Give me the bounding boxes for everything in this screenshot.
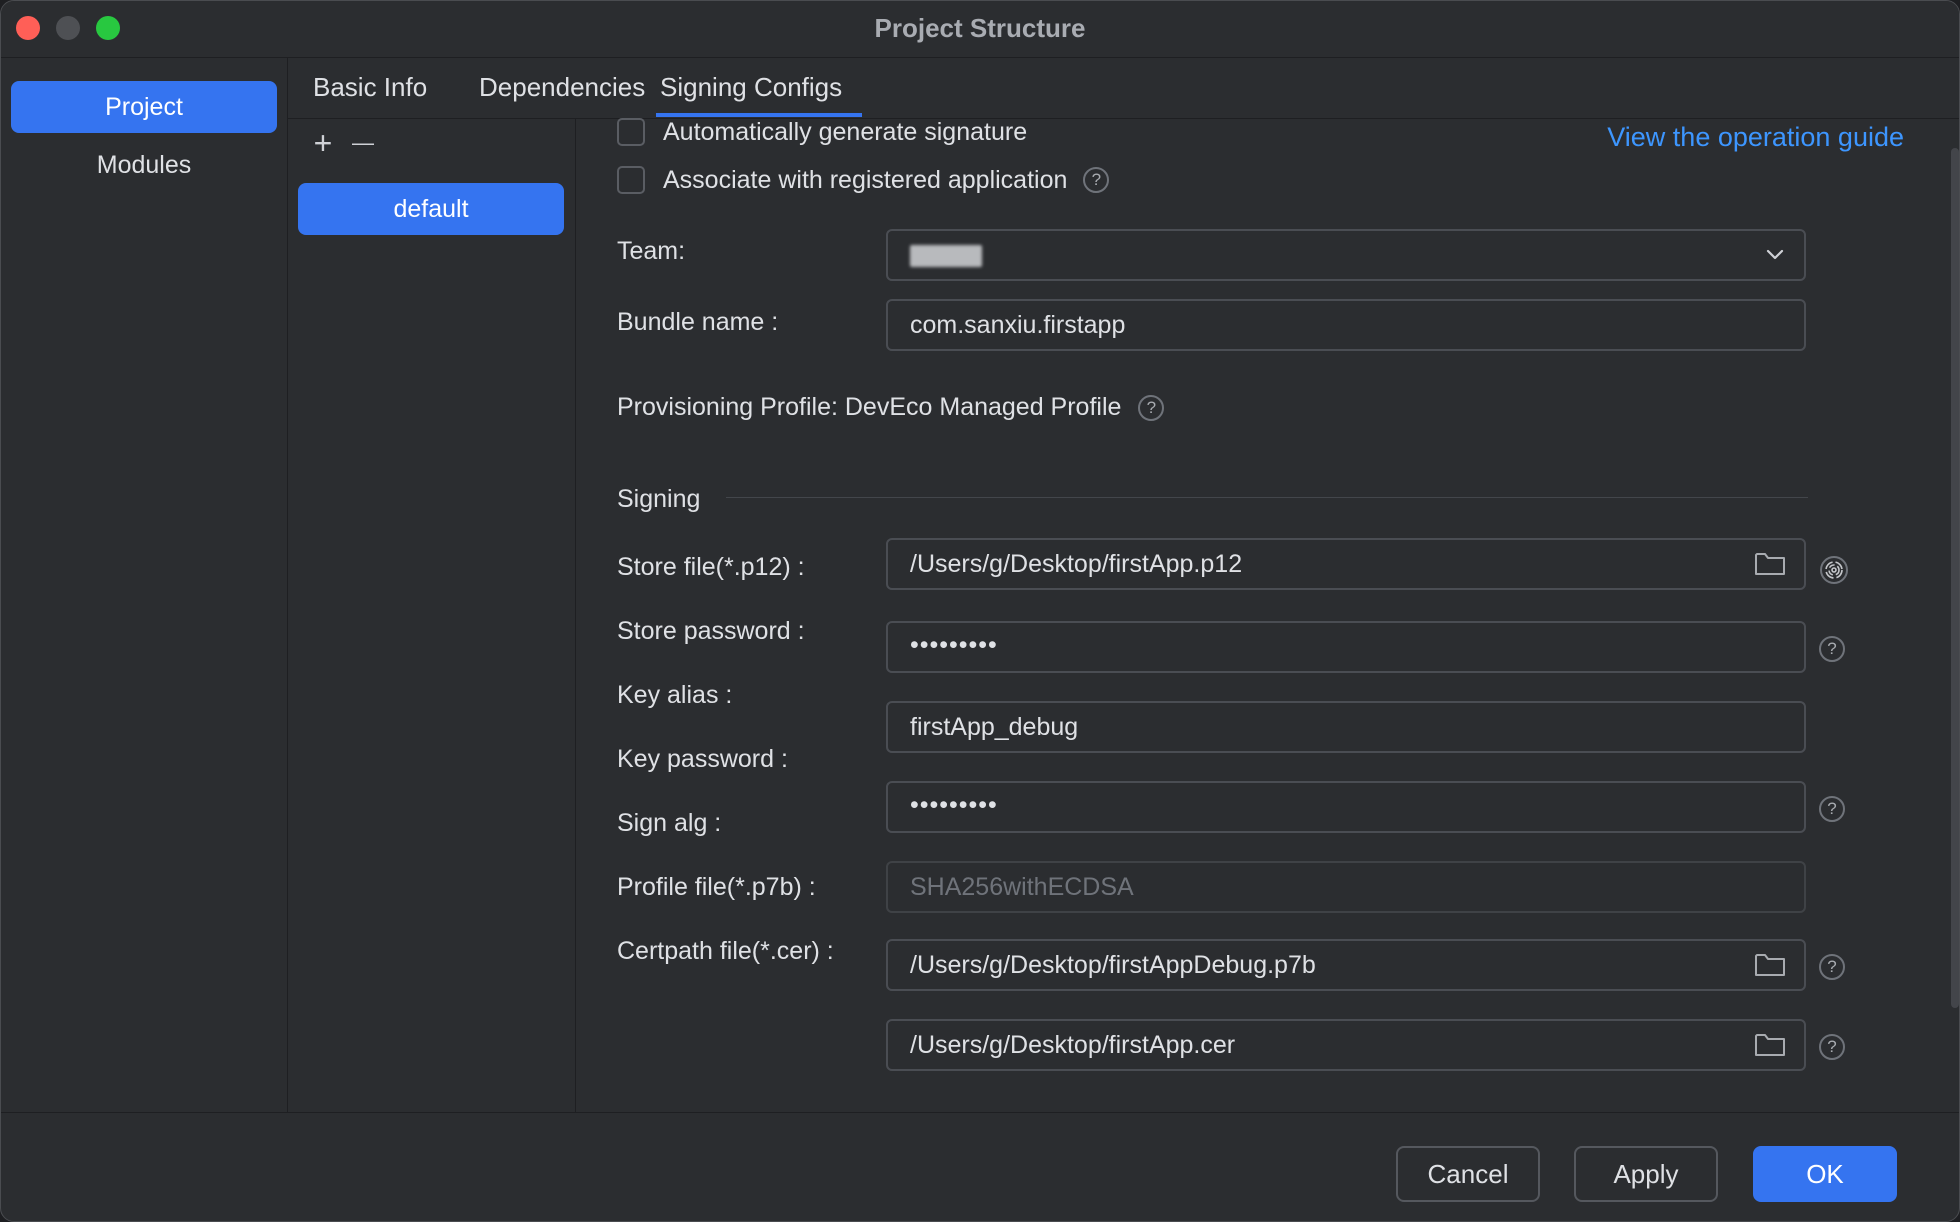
profile-file-label: Profile file(*.p7b) : xyxy=(617,873,816,901)
auto-sign-row: Automatically generate signature xyxy=(617,116,1027,148)
ok-button[interactable]: OK xyxy=(1753,1146,1897,1202)
store-password-label: Store password : xyxy=(617,617,805,645)
remove-config-button[interactable]: — xyxy=(348,129,378,159)
dialog-footer: Cancel Apply OK xyxy=(1,1112,1959,1221)
certpath-file-value: /Users/g/Desktop/firstApp.cer xyxy=(910,1031,1236,1059)
auto-sign-label: Automatically generate signature xyxy=(663,117,1028,146)
folder-icon[interactable] xyxy=(1754,951,1786,979)
key-password-field[interactable]: ••••••••• xyxy=(886,781,1806,833)
bundle-name-label: Bundle name : xyxy=(617,308,779,336)
apply-button[interactable]: Apply xyxy=(1574,1146,1718,1202)
signing-config-form: Automatically generate signature View th… xyxy=(576,116,1946,1112)
folder-icon[interactable] xyxy=(1754,550,1786,578)
store-password-field[interactable]: ••••••••• xyxy=(886,621,1806,673)
folder-icon[interactable] xyxy=(1754,1031,1786,1059)
nav-item-modules[interactable]: Modules xyxy=(11,139,277,191)
key-alias-label: Key alias : xyxy=(617,681,733,709)
team-name-redacted xyxy=(910,245,982,268)
help-icon[interactable]: ? xyxy=(1819,636,1845,662)
key-password-label: Key password : xyxy=(617,745,788,773)
associate-label: Associate with registered application xyxy=(663,165,1068,194)
help-icon[interactable]: ? xyxy=(1819,954,1845,980)
chevron-down-icon xyxy=(1766,249,1784,260)
tab-signing-configs[interactable]: Signing Configs xyxy=(656,72,863,117)
sign-alg-field: SHA256withECDSA xyxy=(886,861,1806,913)
window-title: Project Structure xyxy=(874,13,1086,43)
help-icon[interactable]: ? xyxy=(1138,395,1165,422)
section-divider xyxy=(726,497,1808,498)
sign-alg-label: Sign alg : xyxy=(617,809,722,837)
team-label: Team: xyxy=(617,237,686,265)
tab-dependencies[interactable]: Dependencies xyxy=(479,72,645,113)
store-file-label: Store file(*.p12) : xyxy=(617,553,805,581)
bundle-name-field[interactable]: com.sanxiu.firstapp xyxy=(886,299,1806,351)
add-config-button[interactable]: + xyxy=(308,127,338,159)
project-nav: Project Modules xyxy=(1,58,288,1112)
certpath-file-label: Certpath file(*.cer) : xyxy=(617,937,834,965)
title-bar: Project Structure xyxy=(1,1,1959,58)
provisioning-profile-label: Provisioning Profile: DevEco Managed Pro… xyxy=(617,393,1122,421)
project-structure-window: Project Structure Project Modules Basic … xyxy=(0,0,1960,1222)
key-alias-field[interactable]: firstApp_debug xyxy=(886,701,1806,753)
associate-row: Associate with registered application ? xyxy=(617,164,1110,196)
tab-bar: Basic Info Dependencies Signing Configs xyxy=(288,58,1959,119)
profile-file-value: /Users/g/Desktop/firstAppDebug.p7b xyxy=(910,951,1316,979)
signing-config-list: + — default xyxy=(288,119,576,1112)
associate-checkbox[interactable] xyxy=(617,166,645,194)
auto-sign-checkbox[interactable] xyxy=(617,118,645,146)
vertical-scrollbar[interactable] xyxy=(1951,148,1959,1008)
provisioning-profile-text: Provisioning Profile: DevEco Managed Pro… xyxy=(617,393,1165,422)
help-icon[interactable]: ? xyxy=(1083,167,1110,193)
store-file-value: /Users/g/Desktop/firstApp.p12 xyxy=(910,550,1243,578)
help-icon[interactable]: ? xyxy=(1819,1034,1845,1060)
help-icon[interactable]: ? xyxy=(1819,796,1845,822)
signing-section-title: Signing xyxy=(617,485,701,513)
tab-basic-info[interactable]: Basic Info xyxy=(313,72,427,113)
certpath-file-field[interactable]: /Users/g/Desktop/firstApp.cer xyxy=(886,1019,1806,1071)
store-file-field[interactable]: /Users/g/Desktop/firstApp.p12 xyxy=(886,538,1806,590)
fingerprint-icon[interactable] xyxy=(1819,555,1849,585)
nav-item-project[interactable]: Project xyxy=(11,81,277,133)
profile-file-field[interactable]: /Users/g/Desktop/firstAppDebug.p7b xyxy=(886,939,1806,991)
cancel-button[interactable]: Cancel xyxy=(1396,1146,1540,1202)
operation-guide-link[interactable]: View the operation guide xyxy=(1607,122,1904,153)
config-item-default[interactable]: default xyxy=(298,183,564,235)
team-dropdown[interactable] xyxy=(886,229,1806,281)
